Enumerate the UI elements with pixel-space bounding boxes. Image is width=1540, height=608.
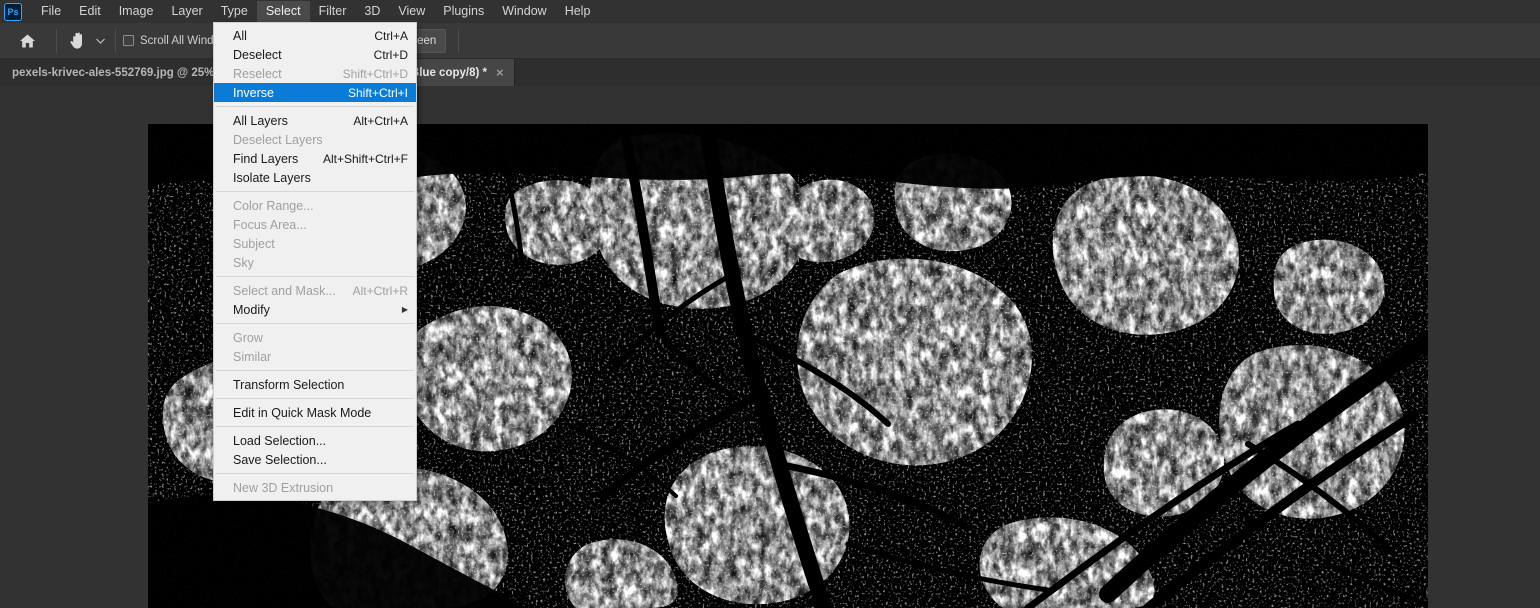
menu-item-select-and-mask: Select and Mask... Alt+Ctrl+R xyxy=(214,281,416,300)
menu-item-label: Inverse xyxy=(233,85,274,100)
menu-bar-items: File Edit Image Layer Type Select Filter 3D View… xyxy=(32,0,600,23)
menu-item-shortcut: Ctrl+D xyxy=(373,47,408,62)
menu-item-label: Similar xyxy=(233,349,272,364)
menu-type[interactable]: Type xyxy=(212,1,257,23)
menu-item-edit-in-quick-mask-mode[interactable]: Edit in Quick Mask Mode xyxy=(214,403,416,422)
menu-image[interactable]: Image xyxy=(110,1,163,23)
menu-item-label: Grow xyxy=(233,330,263,345)
toolbar-divider-1 xyxy=(56,28,57,53)
menu-item-label: Color Range... xyxy=(233,198,314,213)
menu-3d[interactable]: 3D xyxy=(355,1,389,23)
menu-item-label: Reselect xyxy=(233,66,282,81)
menu-item-label: All xyxy=(233,28,247,43)
menu-item-label: Isolate Layers xyxy=(233,170,311,185)
checkbox-box[interactable] xyxy=(123,35,134,46)
menu-separator xyxy=(216,426,414,427)
menu-filter[interactable]: Filter xyxy=(310,1,356,23)
menu-item-reselect: Reselect Shift+Ctrl+D xyxy=(214,64,416,83)
document-tab[interactable]: pexels-krivec-ales-552769.jpg @ 25% ( xyxy=(0,59,233,86)
menu-item-similar: Similar xyxy=(214,347,416,366)
menu-item-all[interactable]: All Ctrl+A xyxy=(214,26,416,45)
menu-item-shortcut: Alt+Ctrl+A xyxy=(353,113,408,128)
menu-item-deselect-layers: Deselect Layers xyxy=(214,130,416,149)
menu-layer[interactable]: Layer xyxy=(162,1,211,23)
menu-item-label: Deselect Layers xyxy=(233,132,323,147)
menu-item-deselect[interactable]: Deselect Ctrl+D xyxy=(214,45,416,64)
menu-item-all-layers[interactable]: All Layers Alt+Ctrl+A xyxy=(214,111,416,130)
menu-item-label: Save Selection... xyxy=(233,452,327,467)
menu-item-label: Find Layers xyxy=(233,151,299,166)
menu-item-inverse[interactable]: Inverse Shift+Ctrl+I xyxy=(214,83,416,102)
menu-item-label: Deselect xyxy=(233,47,282,62)
menu-item-label: New 3D Extrusion xyxy=(233,480,334,495)
select-menu-dropdown[interactable]: All Ctrl+A Deselect Ctrl+D Reselect Shift+Ctr… xyxy=(213,22,417,501)
menu-bar: Ps File Edit Image Layer Type Select Filter 3D V… xyxy=(0,0,1540,23)
menu-item-label: Modify xyxy=(233,302,270,317)
home-icon[interactable] xyxy=(12,28,42,54)
menu-separator xyxy=(216,370,414,371)
menu-item-shortcut: Alt+Ctrl+R xyxy=(352,283,408,298)
menu-item-label: Edit in Quick Mask Mode xyxy=(233,405,372,420)
menu-item-label: Subject xyxy=(233,236,275,251)
menu-item-find-layers[interactable]: Find Layers Alt+Shift+Ctrl+F xyxy=(214,149,416,168)
chevron-right-icon: ▶ xyxy=(401,305,408,314)
menu-item-new-3d-extrusion: New 3D Extrusion xyxy=(214,478,416,497)
menu-file[interactable]: File xyxy=(32,1,70,23)
menu-item-label: Sky xyxy=(233,255,254,270)
menu-item-color-range: Color Range... xyxy=(214,196,416,215)
menu-plugins[interactable]: Plugins xyxy=(434,1,493,23)
menu-item-load-selection[interactable]: Load Selection... xyxy=(214,431,416,450)
menu-separator xyxy=(216,473,414,474)
hand-tool-icon[interactable] xyxy=(64,28,92,54)
menu-separator xyxy=(216,106,414,107)
menu-help[interactable]: Help xyxy=(556,1,600,23)
menu-item-shortcut: Alt+Shift+Ctrl+F xyxy=(322,151,408,166)
menu-item-grow: Grow xyxy=(214,328,416,347)
menu-item-label: Select and Mask... xyxy=(233,283,336,298)
document-tab-title: pexels-krivec-ales-552769.jpg @ 25% ( xyxy=(12,66,222,79)
menu-separator xyxy=(216,191,414,192)
menu-item-shortcut: Shift+Ctrl+D xyxy=(342,66,408,81)
menu-item-label: All Layers xyxy=(233,113,288,128)
menu-item-focus-area: Focus Area... xyxy=(214,215,416,234)
tool-preset-chevron-down-icon[interactable] xyxy=(92,28,108,54)
menu-window[interactable]: Window xyxy=(493,1,555,23)
menu-item-label: Transform Selection xyxy=(233,377,345,392)
menu-separator xyxy=(216,398,414,399)
menu-item-sky: Sky xyxy=(214,253,416,272)
toolbar-divider-2 xyxy=(115,28,116,53)
menu-edit[interactable]: Edit xyxy=(70,1,110,23)
menu-separator xyxy=(216,323,414,324)
menu-item-transform-selection[interactable]: Transform Selection xyxy=(214,375,416,394)
menu-item-subject: Subject xyxy=(214,234,416,253)
menu-separator xyxy=(216,276,414,277)
menu-item-isolate-layers[interactable]: Isolate Layers xyxy=(214,168,416,187)
menu-item-modify[interactable]: Modify ▶ xyxy=(214,300,416,319)
menu-item-shortcut: Shift+Ctrl+I xyxy=(347,85,408,100)
toolbar-divider-4 xyxy=(458,28,460,53)
menu-item-save-selection[interactable]: Save Selection... xyxy=(214,450,416,469)
menu-select[interactable]: Select xyxy=(256,0,310,23)
menu-item-shortcut: Ctrl+A xyxy=(374,28,408,43)
menu-item-label: Focus Area... xyxy=(233,217,307,232)
photoshop-logo-icon: Ps xyxy=(4,2,22,21)
menu-item-label: Load Selection... xyxy=(233,433,327,448)
menu-view[interactable]: View xyxy=(389,1,434,23)
close-icon[interactable]: × xyxy=(496,66,504,79)
